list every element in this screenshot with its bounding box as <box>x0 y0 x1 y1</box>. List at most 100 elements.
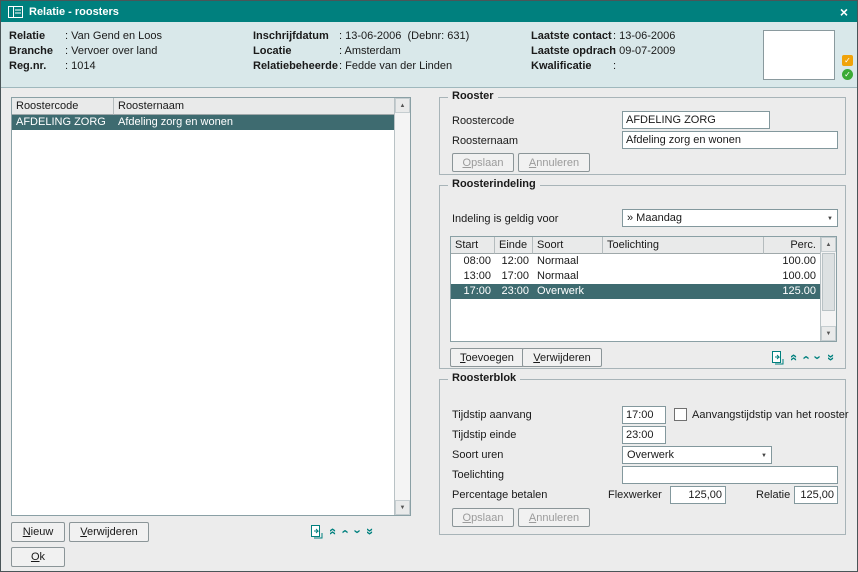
field-label: Branche <box>9 44 65 59</box>
chevron-down-icon: ▼ <box>761 453 767 459</box>
memo-status-icon[interactable]: ✓ <box>842 55 853 66</box>
aanvangstijdstip-checkbox-label: Aanvangstijdstip van het rooster <box>692 409 849 421</box>
roosterindeling-group: Roosterindeling Indeling is geldig voor … <box>439 185 846 369</box>
field-value: : 13-06-2006 <box>613 29 675 44</box>
roosterindeling-group-title: Roosterindeling <box>448 178 540 190</box>
schedule-row[interactable]: 13:00 17:00 Normaal 100.00 <box>451 269 820 284</box>
app-icon <box>8 6 23 18</box>
field-value: : 13-06-2006 (Debnr: 631) <box>339 29 469 44</box>
rooster-annuleren-button: Annuleren <box>518 153 590 172</box>
aanvangstijdstip-checkbox[interactable] <box>674 408 687 421</box>
roster-code-cell: AFDELING ZORG <box>12 115 114 130</box>
schedule-row[interactable]: 17:00 23:00 Overwerk 125.00 <box>451 284 820 299</box>
schedule-nav-icons: « ‹ › » <box>770 350 835 365</box>
column-header-einde[interactable]: Einde <box>495 237 533 254</box>
column-header-soort[interactable]: Soort <box>533 237 603 254</box>
goto-record-icon[interactable] <box>770 351 784 365</box>
flexwerker-percentage-input[interactable] <box>670 486 726 504</box>
column-header-roostercode[interactable]: Roostercode <box>12 98 114 115</box>
relatie-label: Relatie <box>756 489 790 501</box>
titlebar: Relatie - roosters × <box>1 1 857 22</box>
header-col1: Relatie: Van Gend en Loos Branche: Vervo… <box>9 29 162 74</box>
indeling-verwijderen-button[interactable]: Verwijderen <box>522 348 602 367</box>
soort-uren-value: Overwerk <box>627 449 674 461</box>
header-col3: Laatste contact: 13-06-2006 Laatste opdr… <box>531 29 675 74</box>
nieuw-button[interactable]: Nieuw <box>11 522 65 542</box>
rooster-opslaan-button: Opslaan <box>452 153 514 172</box>
field-label: Laatste opdrach <box>531 44 613 59</box>
valid-for-label: Indeling is geldig voor <box>452 213 558 225</box>
blok-annuleren-button: Annuleren <box>518 508 590 527</box>
roster-list: Roostercode Roosternaam AFDELING ZORG Af… <box>11 97 411 516</box>
column-header-perc[interactable]: Perc. <box>764 237 820 254</box>
start-cell: 08:00 <box>451 254 495 269</box>
move-last-icon[interactable]: » <box>825 354 838 361</box>
window-title: Relatie - roosters <box>29 6 119 18</box>
schedule-table-scrollbar[interactable]: ▲ ▼ <box>820 237 836 341</box>
field-label: Inschrijfdatum <box>253 29 339 44</box>
tijdstip-einde-input[interactable] <box>622 426 666 444</box>
perc-cell: 100.00 <box>764 254 820 269</box>
roster-list-header: Roostercode Roosternaam <box>12 98 394 115</box>
field-value: : Van Gend en Loos <box>65 29 162 44</box>
valid-for-value: » Maandag <box>627 212 682 224</box>
schedule-table: Start Einde Soort Toelichting Perc. 08:0… <box>450 236 837 342</box>
einde-cell: 23:00 <box>495 284 533 299</box>
schedule-table-header: Start Einde Soort Toelichting Perc. <box>451 237 820 254</box>
tijdstip-einde-label: Tijdstip einde <box>452 429 516 441</box>
roostercode-input[interactable] <box>622 111 770 129</box>
scroll-up-icon[interactable]: ▲ <box>395 98 410 113</box>
rooster-group-title: Rooster <box>448 90 498 102</box>
relatie-percentage-input[interactable] <box>794 486 838 504</box>
field-value: : 09-07-2009 <box>613 44 675 59</box>
relatie-roosters-window: Relatie - roosters × Relatie: Van Gend e… <box>0 0 858 572</box>
rooster-group: Rooster Roostercode Roosternaam Opslaan … <box>439 97 846 175</box>
field-label: Kwalificatie <box>531 59 613 74</box>
field-label: Relatiebeheerde <box>253 59 339 74</box>
relation-header: Relatie: Van Gend en Loos Branche: Vervo… <box>1 22 857 88</box>
column-header-roosternaam[interactable]: Roosternaam <box>114 98 394 115</box>
ok-status-icon[interactable]: ✓ <box>842 69 853 80</box>
field-value: : 1014 <box>65 59 96 74</box>
scroll-down-icon[interactable]: ▼ <box>821 326 836 341</box>
scroll-up-icon[interactable]: ▲ <box>821 237 836 252</box>
flexwerker-label: Flexwerker <box>608 489 662 501</box>
verwijderen-button[interactable]: Verwijderen <box>69 522 149 542</box>
roostercode-label: Roostercode <box>452 115 514 127</box>
move-last-icon[interactable]: » <box>364 528 377 535</box>
perc-cell: 125.00 <box>764 284 820 299</box>
roster-list-scrollbar[interactable]: ▲ ▼ <box>394 98 410 515</box>
relation-photo-box <box>763 30 835 80</box>
roster-list-row[interactable]: AFDELING ZORG Afdeling zorg en wonen <box>12 115 394 130</box>
start-cell: 17:00 <box>451 284 495 299</box>
scroll-thumb[interactable] <box>822 253 835 311</box>
blok-opslaan-button: Opslaan <box>452 508 514 527</box>
perc-cell: 100.00 <box>764 269 820 284</box>
column-header-toelichting[interactable]: Toelichting <box>603 237 764 254</box>
tijdstip-aanvang-label: Tijdstip aanvang <box>452 409 532 421</box>
column-header-start[interactable]: Start <box>451 237 495 254</box>
schedule-row[interactable]: 08:00 12:00 Normaal 100.00 <box>451 254 820 269</box>
soort-uren-label: Soort uren <box>452 449 503 461</box>
roosterblok-group: Roosterblok Tijdstip aanvang Aanvangstij… <box>439 379 846 535</box>
toelichting-input[interactable] <box>622 466 838 484</box>
roster-name-cell: Afdeling zorg en wonen <box>114 115 394 130</box>
toevoegen-button[interactable]: Toevoegen <box>450 348 524 367</box>
field-value: : Vervoer over land <box>65 44 157 59</box>
valid-for-combobox[interactable]: » Maandag ▼ <box>622 209 838 227</box>
goto-record-icon[interactable] <box>309 525 323 539</box>
soort-uren-combobox[interactable]: Overwerk ▼ <box>622 446 772 464</box>
field-label: Laatste contact <box>531 29 613 44</box>
chevron-down-icon: ▼ <box>827 216 833 222</box>
tijdstip-aanvang-input[interactable] <box>622 406 666 424</box>
field-label: Relatie <box>9 29 65 44</box>
field-label: Reg.nr. <box>9 59 65 74</box>
close-icon[interactable]: × <box>838 5 850 19</box>
einde-cell: 17:00 <box>495 269 533 284</box>
soort-cell: Normaal <box>533 269 603 284</box>
scroll-down-icon[interactable]: ▼ <box>395 500 410 515</box>
header-col2: Inschrijfdatum: 13-06-2006 (Debnr: 631) … <box>253 29 469 74</box>
roosternaam-input[interactable] <box>622 131 838 149</box>
start-cell: 13:00 <box>451 269 495 284</box>
ok-button[interactable]: Ok <box>11 547 65 567</box>
